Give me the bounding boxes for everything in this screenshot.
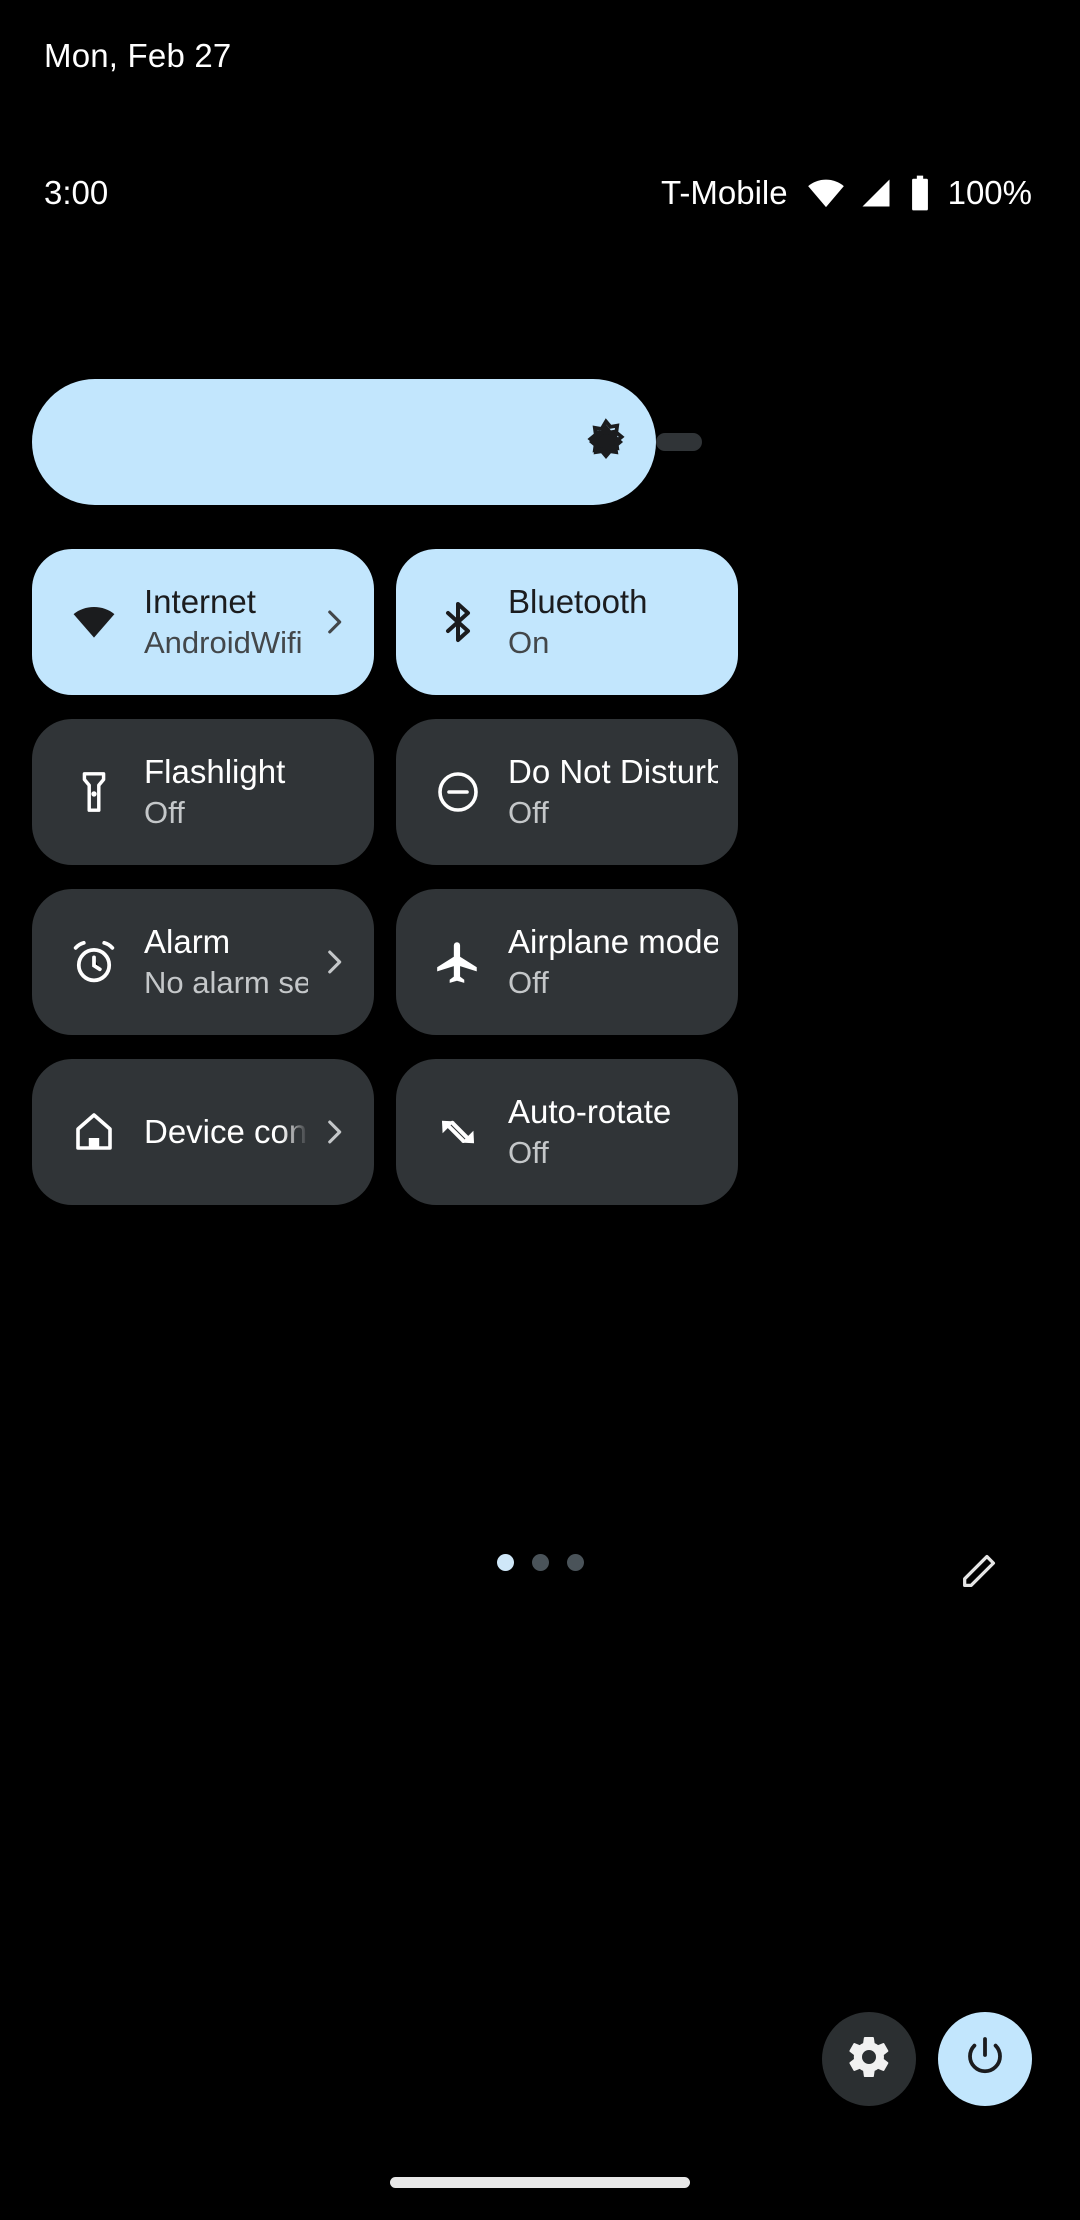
tile-label-group: Flashlight Off <box>144 751 354 833</box>
page-dot-1[interactable] <box>496 1554 514 1571</box>
tile-title: Device controls <box>144 1113 308 1150</box>
edit-tiles-button[interactable] <box>950 1542 1010 1602</box>
flashlight-icon <box>66 764 122 820</box>
alarm-clock-icon <box>66 934 122 990</box>
date-label: Mon, Feb 27 <box>44 37 232 74</box>
tile-label-group: Alarm No alarm set <box>144 921 308 1003</box>
airplane-icon <box>430 934 486 990</box>
tile-bluetooth[interactable]: Bluetooth On <box>396 549 738 695</box>
tile-subtitle: AndroidWifi <box>144 625 303 660</box>
tile-title: Flashlight <box>144 753 286 790</box>
tile-row: Alarm No alarm set Airplane mode Off <box>32 889 738 1035</box>
tile-label-group: Device controls <box>144 1059 308 1205</box>
footer-buttons <box>822 2012 1032 2106</box>
tile-subtitle: Off <box>144 795 185 830</box>
tile-subtitle: Off <box>508 1135 549 1170</box>
tile-title: Bluetooth <box>508 583 648 620</box>
tile-airplane-mode[interactable]: Airplane mode Off <box>396 889 738 1035</box>
tile-title: Do Not Disturb <box>508 753 718 790</box>
tile-label-group: Bluetooth On <box>508 581 718 663</box>
settings-button[interactable] <box>822 2012 916 2106</box>
tile-device-controls[interactable]: Device controls <box>32 1059 374 1205</box>
chevron-right-icon[interactable] <box>314 1112 354 1152</box>
pager <box>0 1546 1080 1616</box>
clock-label: 3:00 <box>44 174 109 211</box>
tile-title: Alarm <box>144 923 231 960</box>
brightness-icon <box>578 414 634 470</box>
auto-rotate-icon <box>430 1104 486 1160</box>
tile-label-group: Auto-rotate Off <box>508 1091 718 1173</box>
do-not-disturb-icon <box>430 764 486 820</box>
tile-label-group: Airplane mode Off <box>508 921 718 1003</box>
tile-subtitle: Off <box>508 795 549 830</box>
pencil-icon <box>957 1547 1003 1598</box>
tile-subtitle: Off <box>508 965 549 1000</box>
bluetooth-icon <box>430 594 486 650</box>
page-dot-2[interactable] <box>531 1554 549 1571</box>
tile-row: Flashlight Off Do Not Disturb Off <box>32 719 738 865</box>
tile-auto-rotate[interactable]: Auto-rotate Off <box>396 1059 738 1205</box>
brightness-slider-track-remainder[interactable] <box>656 433 702 451</box>
tile-flashlight[interactable]: Flashlight Off <box>32 719 374 865</box>
tile-label-group: Do Not Disturb Off <box>508 751 718 833</box>
tile-title: Auto-rotate <box>508 1093 672 1130</box>
battery-icon <box>906 174 934 212</box>
power-button[interactable] <box>938 2012 1032 2106</box>
home-indicator[interactable] <box>390 2177 690 2188</box>
power-icon <box>961 2033 1009 2086</box>
status-bar: 3:00 T-Mobile 100% <box>0 170 1080 216</box>
chevron-right-icon[interactable] <box>314 602 354 642</box>
tile-label-group: Internet AndroidWifi <box>144 581 308 663</box>
tile-title: Internet <box>144 583 256 620</box>
tile-alarm[interactable]: Alarm No alarm set <box>32 889 374 1035</box>
tile-subtitle: On <box>508 625 550 660</box>
status-icons: T-Mobile 100% <box>661 173 1032 213</box>
tile-subtitle: No alarm set <box>144 965 308 1000</box>
home-icon <box>66 1104 122 1160</box>
wifi-icon <box>806 173 846 213</box>
brightness-slider-fill[interactable] <box>32 379 656 505</box>
cell-signal-icon <box>858 175 894 211</box>
page-indicator-dots <box>0 1554 1080 1571</box>
carrier-label: T-Mobile <box>661 174 788 211</box>
tile-internet[interactable]: Internet AndroidWifi <box>32 549 374 695</box>
tile-do-not-disturb[interactable]: Do Not Disturb Off <box>396 719 738 865</box>
tile-title: Airplane mode <box>508 923 718 960</box>
wifi-icon <box>66 594 122 650</box>
quick-settings-tile-grid: Internet AndroidWifi Bluetooth On Flashl… <box>32 549 738 1229</box>
tile-row: Internet AndroidWifi Bluetooth On <box>32 549 738 695</box>
chevron-right-icon[interactable] <box>314 942 354 982</box>
brightness-slider[interactable] <box>32 379 702 505</box>
page-dot-3[interactable] <box>566 1554 584 1571</box>
gear-icon <box>845 2033 893 2086</box>
battery-percent-label: 100% <box>947 174 1032 211</box>
tile-row: Device controls Auto-rotate Off <box>32 1059 738 1205</box>
